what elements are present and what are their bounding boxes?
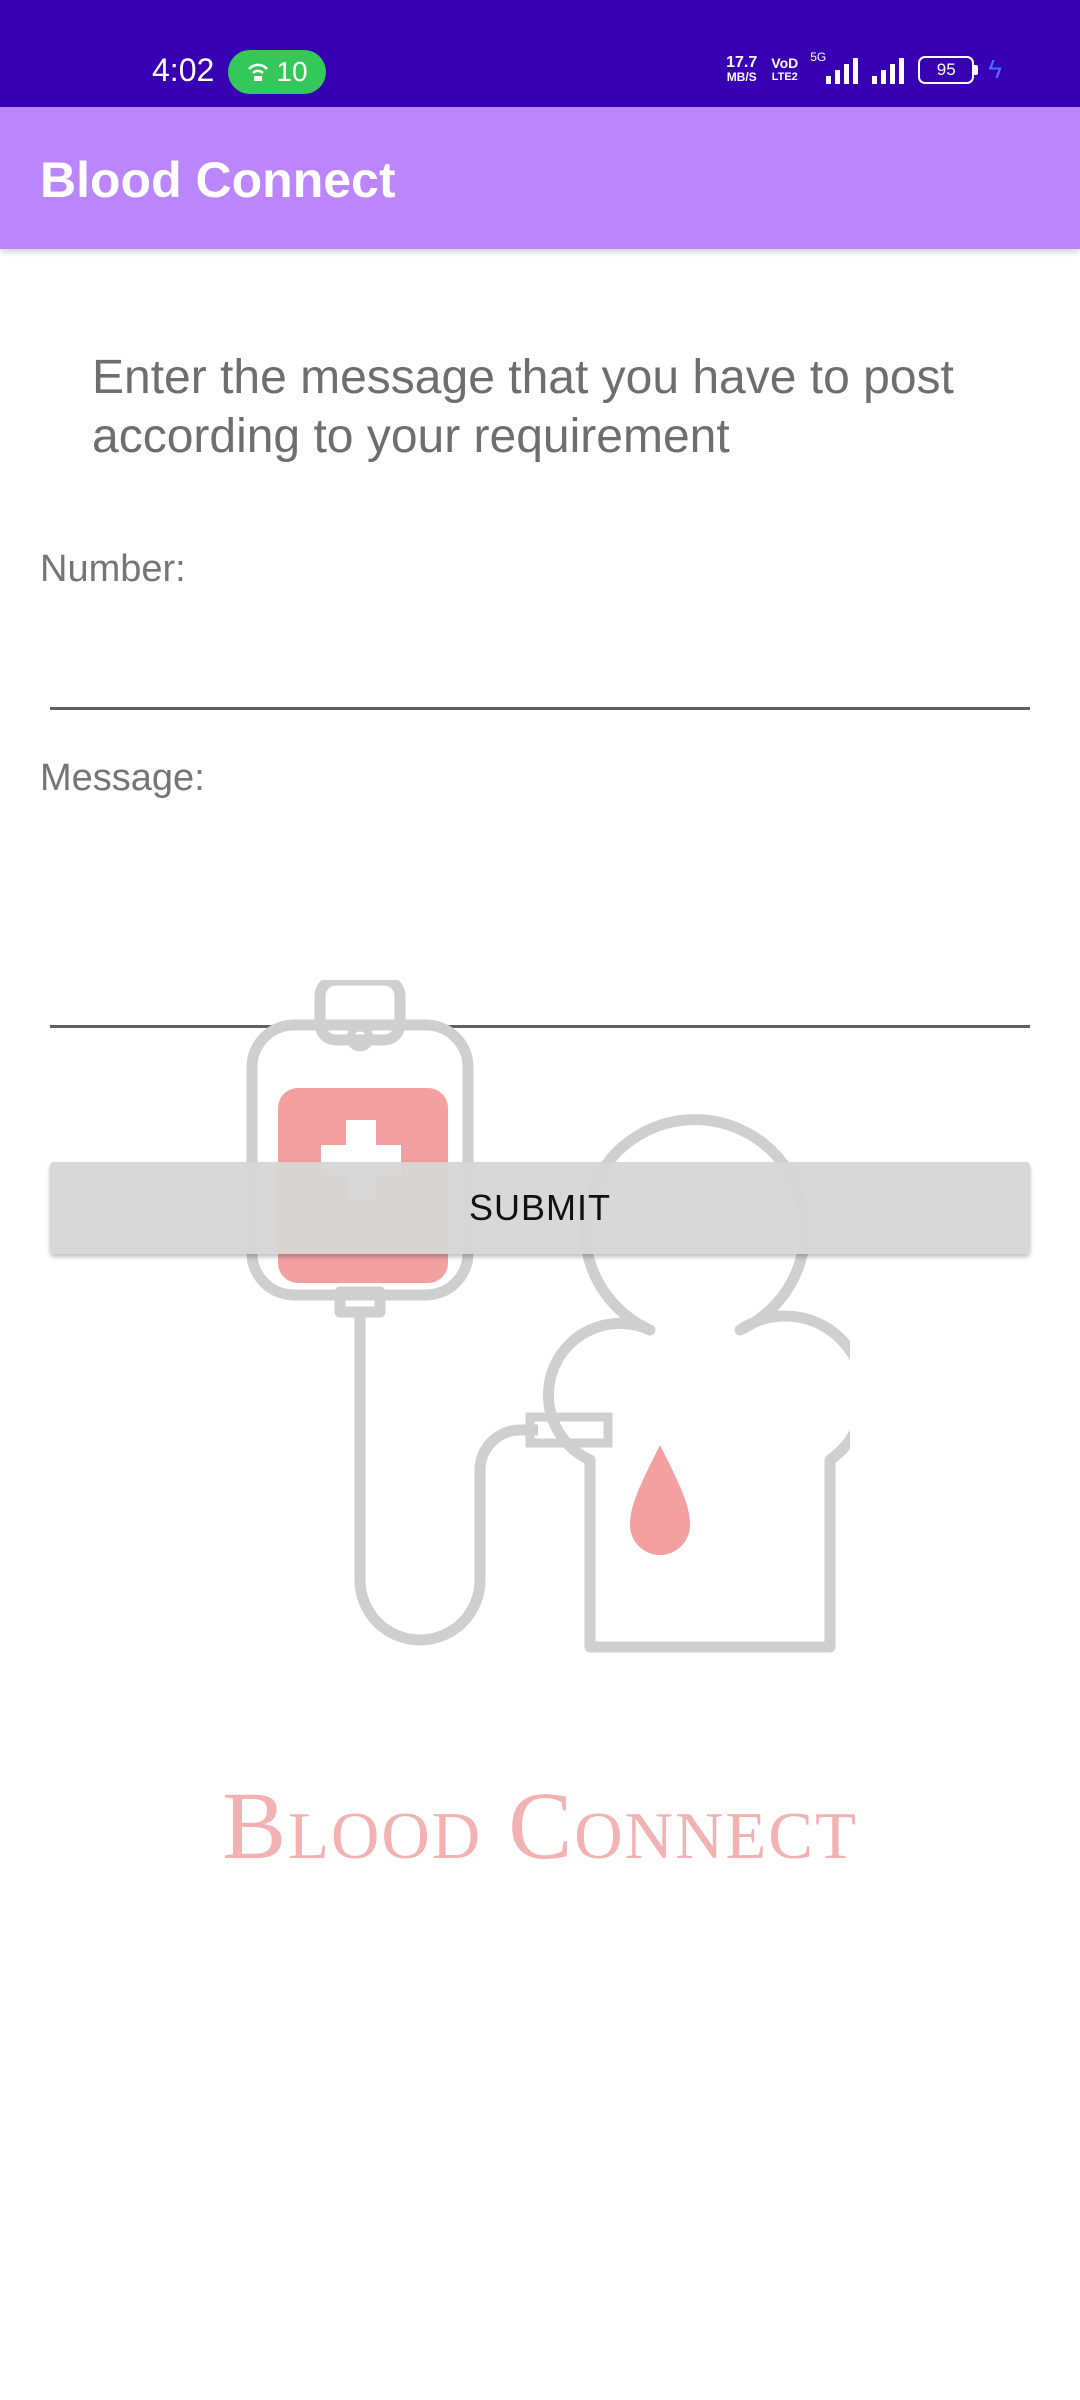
battery-level: 95 — [936, 59, 956, 79]
blood-drop-icon — [630, 1445, 690, 1555]
volte-bottom: LTE2 — [771, 70, 798, 83]
number-input[interactable] — [50, 640, 1030, 710]
submit-button[interactable]: SUBMIT — [50, 1162, 1030, 1254]
volte-top: VoD — [771, 54, 799, 71]
battery-icon: 95 — [918, 55, 979, 84]
charging-icon: ϟ — [988, 54, 1002, 84]
net-speed-value: 17.7 — [726, 53, 758, 71]
status-bar: 4:02 10 17.7 MB/S VoD LTE2 5G 95 ϟ — [0, 0, 1080, 107]
status-icons: 17.7 MB/S VoD LTE2 5G 95 ϟ — [726, 50, 1002, 85]
iv-tube — [354, 1312, 538, 1646]
number-label: Number: — [40, 548, 186, 590]
message-label: Message: — [40, 757, 205, 799]
volte-indicator: VoD LTE2 — [771, 56, 798, 84]
network-type: 5G — [810, 49, 827, 64]
blood-donation-logo — [246, 980, 850, 1653]
hotspot-icon — [248, 63, 269, 81]
hotspot-indicator: 10 — [228, 50, 326, 94]
app-bar: Blood Connect — [0, 107, 1080, 249]
net-speed: 17.7 MB/S — [726, 53, 758, 85]
brand-logo-text: Blood Connect — [222, 1772, 858, 1879]
app-title: Blood Connect — [40, 152, 396, 208]
net-speed-unit: MB/S — [726, 69, 757, 84]
hotspot-count: 10 — [276, 56, 308, 87]
signal-icon-2 — [872, 56, 905, 84]
signal-icon: 5G — [810, 50, 859, 84]
instruction-text: Enter the message that you have to post … — [92, 351, 954, 463]
status-time: 4:02 — [152, 52, 215, 88]
